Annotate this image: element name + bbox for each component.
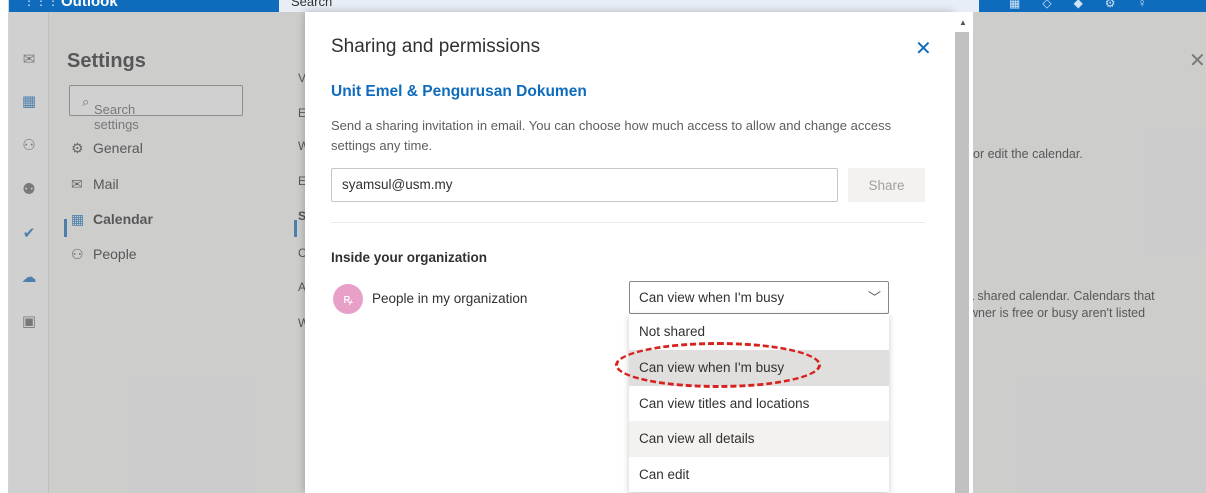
- permission-dropdown[interactable]: Can view when I'm busy ﹀: [629, 281, 889, 314]
- people-avatar-icon: ꝶ: [333, 284, 363, 314]
- dialog-description: Send a sharing invitation in email. You …: [331, 118, 892, 153]
- outlook-window: ⋮⋮⋮ Outlook Search ▦◇◆⚙♀ ✉ ▦ ⚇ ⚉ ✔ ☁ ▣ S…: [8, 0, 1206, 493]
- scroll-up-icon[interactable]: ▲: [959, 18, 967, 27]
- sharing-dialog: Sharing and permissions ✕ Unit Emel & Pe…: [305, 12, 953, 493]
- permission-options-list: Not shared Can view when I'm busy Can vi…: [629, 314, 889, 492]
- scroll-thumb[interactable]: [955, 32, 969, 493]
- calendar-name: Unit Emel & Pengurusan Dokumen: [331, 83, 587, 100]
- search-placeholder: Search: [291, 0, 333, 9]
- dialog-scrollbar[interactable]: ▲: [953, 12, 973, 493]
- close-icon[interactable]: ✕: [915, 36, 932, 61]
- option-can-view-titles[interactable]: Can view titles and locations: [629, 386, 889, 422]
- divider: [331, 222, 925, 223]
- email-field[interactable]: syamsul@usm.my: [331, 168, 838, 202]
- share-button[interactable]: Share: [848, 168, 925, 202]
- top-app-bar: ⋮⋮⋮ Outlook Search ▦◇◆⚙♀: [9, 0, 1206, 12]
- option-can-edit[interactable]: Can edit: [629, 457, 889, 493]
- search-box[interactable]: Search: [279, 0, 979, 12]
- selected-permission: Can view when I'm busy: [639, 290, 785, 305]
- section-heading: Inside your organization: [331, 250, 488, 265]
- app-launcher-icon[interactable]: ⋮⋮⋮: [23, 0, 59, 8]
- top-bar-icons[interactable]: ▦◇◆⚙♀: [1009, 0, 1169, 10]
- app-title: Outlook: [61, 0, 118, 10]
- dialog-title: Sharing and permissions: [331, 36, 541, 57]
- highlight-annotation: [615, 342, 821, 388]
- chevron-down-icon: ﹀: [868, 290, 882, 305]
- option-can-view-all[interactable]: Can view all details: [629, 421, 889, 457]
- person-label: People in my organization: [372, 291, 528, 306]
